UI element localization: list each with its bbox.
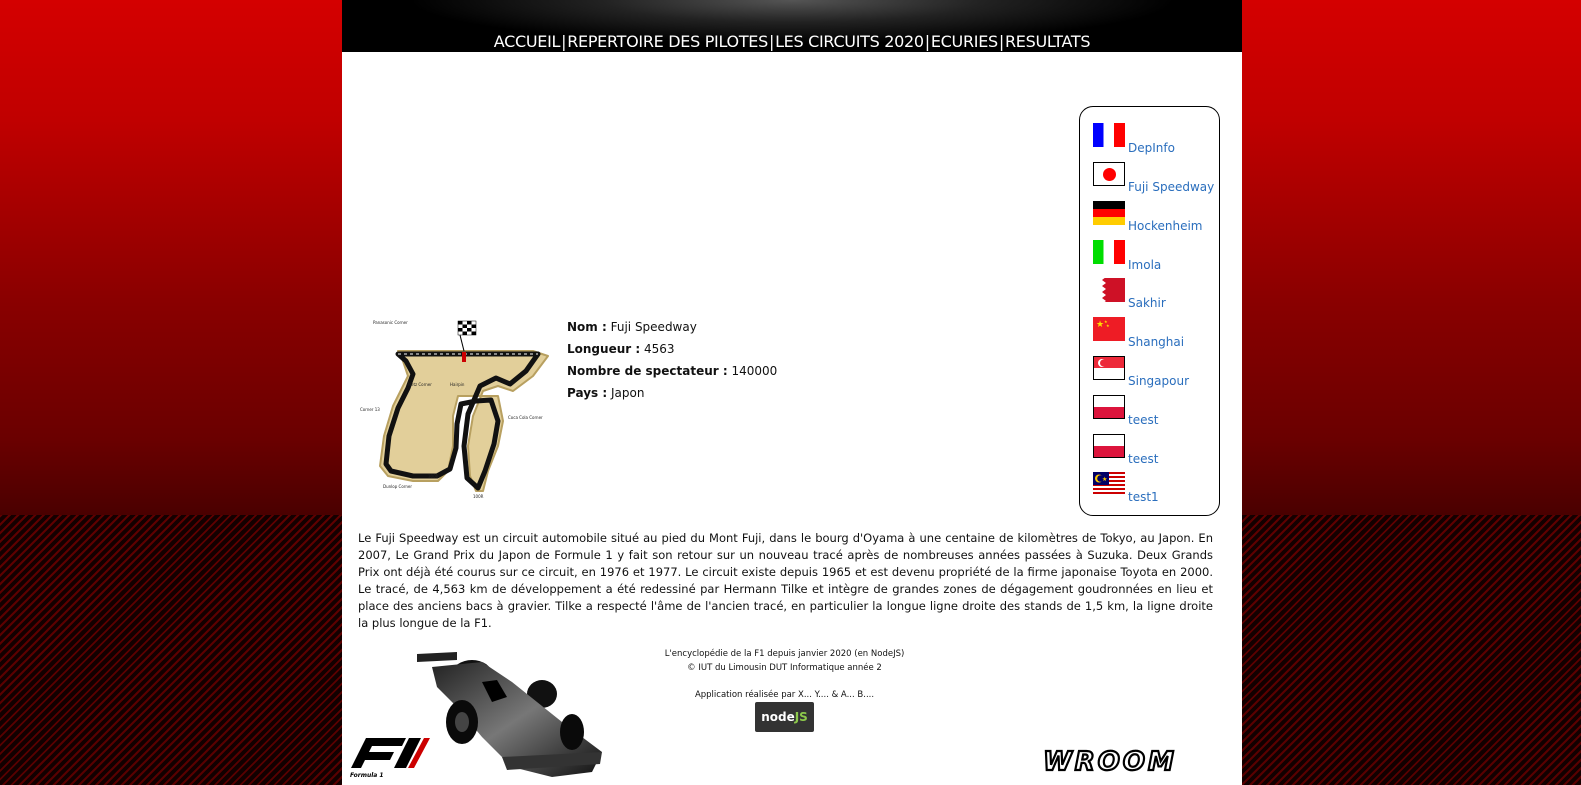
footer-credits: L'encyclopédie de la F1 depuis janvier 2…: [617, 648, 952, 703]
circuit-list-item: Imola: [1093, 240, 1218, 272]
nav-separator: |: [768, 32, 775, 51]
f1-logo: Formula 1: [350, 738, 430, 779]
circuit-link-hockenheim[interactable]: Hockenheim: [1128, 219, 1202, 233]
circuit-length-row: Longueur : 4563: [567, 338, 777, 360]
nav-separator: |: [998, 32, 1004, 51]
circuit-spectators-row: Nombre de spectateur : 140000: [567, 360, 777, 382]
circuit-list-item: Fuji Speedway: [1093, 162, 1218, 194]
poland-flag-icon: [1093, 395, 1125, 419]
page-container: ACCUEIL|REPERTOIRE DES PILOTES|LES CIRCU…: [342, 0, 1242, 785]
circuit-country-row: Pays : Japon: [567, 382, 777, 404]
circuit-info: Nom : Fuji Speedway Longueur : 4563 Nomb…: [567, 316, 777, 404]
footer-line-3: Application réalisée par X... Y.... & A.…: [694, 690, 875, 700]
germany-flag-icon: [1093, 201, 1125, 225]
map-label: Coca Cola Corner: [508, 415, 543, 420]
china-flag-icon: ★ ★ ★: [1093, 317, 1125, 341]
circuit-list-item: teest: [1093, 395, 1218, 427]
circuit-list: DepInfo Fuji Speedway Hockenheim Imola S…: [1079, 106, 1220, 516]
circuit-link-sakhir[interactable]: Sakhir: [1128, 296, 1166, 310]
malaysia-flag-icon: ★: [1093, 472, 1125, 496]
circuit-spectators-label: Nombre de spectateur :: [567, 364, 728, 378]
footer-line-2: © IUT du Limousin DUT Informatique année…: [687, 662, 882, 673]
header-banner: ACCUEIL|REPERTOIRE DES PILOTES|LES CIRCU…: [342, 0, 1242, 52]
svg-text:★: ★: [1096, 320, 1104, 330]
circuit-description: Le Fuji Speedway est un circuit automobi…: [358, 531, 1213, 630]
circuit-link-shanghai[interactable]: Shanghai: [1128, 335, 1184, 349]
nodejs-logo-text: node: [761, 710, 795, 724]
circuit-link-singapour[interactable]: Singapour: [1128, 374, 1189, 388]
nav-accueil[interactable]: ACCUEIL: [494, 32, 561, 51]
singapore-flag-icon: [1093, 356, 1125, 380]
circuit-list-item: ★ ★ ★ Shanghai: [1093, 317, 1218, 349]
map-label: Netz Corner: [408, 382, 432, 387]
f1-caption: Formula 1: [350, 772, 384, 779]
circuit-link-imola[interactable]: Imola: [1128, 258, 1161, 272]
nodejs-logo: nodeJS: [755, 702, 814, 732]
circuit-list-item: ★ test1: [1093, 472, 1218, 504]
nav-repertoire-pilotes[interactable]: REPERTOIRE DES PILOTES: [567, 32, 768, 51]
circuit-link-depinfo[interactable]: DepInfo: [1128, 141, 1175, 155]
circuit-link-fuji-speedway[interactable]: Fuji Speedway: [1128, 180, 1214, 194]
circuit-list-item: Sakhir: [1093, 278, 1218, 310]
map-label: Dunlop Corner: [383, 484, 412, 489]
circuit-length-label: Longueur :: [567, 342, 641, 356]
circuit-link-teest[interactable]: teest: [1128, 413, 1158, 427]
circuit-length-value: 4563: [643, 342, 675, 356]
wroom-logo-text: WROOM: [1043, 747, 1177, 776]
bahrain-flag-icon: [1093, 278, 1125, 302]
nav-separator: |: [924, 32, 930, 51]
circuit-list-item: Hockenheim: [1093, 201, 1218, 233]
map-label: 100R: [473, 494, 484, 499]
svg-text:★: ★: [1106, 323, 1110, 328]
circuit-spectators-value: 140000: [731, 364, 778, 378]
circuit-name-row: Nom : Fuji Speedway: [567, 316, 777, 338]
circuit-name-label: Nom :: [567, 320, 607, 334]
map-label: Hairpin: [450, 382, 465, 387]
footer-line-1: L'encyclopédie de la F1 depuis janvier 2…: [664, 649, 905, 659]
circuit-map-image: Panasonic Corner Netz Corner Hairpin Cor…: [360, 320, 549, 499]
wroom-logo: WROOM: [1042, 746, 1177, 776]
circuit-country-label: Pays :: [567, 386, 608, 400]
circuit-list-item: teest: [1093, 434, 1218, 466]
nodejs-logo-js: JS: [794, 710, 808, 724]
nav-circuits-2020[interactable]: LES CIRCUITS 2020: [775, 32, 924, 51]
nav-separator: |: [561, 32, 567, 51]
map-label: Corner 13: [360, 407, 380, 412]
circuit-link-teest[interactable]: teest: [1128, 452, 1158, 466]
f1-car-image: [417, 652, 602, 777]
svg-text:★: ★: [1102, 476, 1107, 483]
circuit-list-item: DepInfo: [1093, 123, 1218, 155]
circuit-link-test1[interactable]: test1: [1128, 490, 1159, 504]
nav-ecuries[interactable]: ECURIES: [931, 32, 998, 51]
italy-flag-icon: [1093, 240, 1125, 264]
nav-resultats[interactable]: RESULTATS: [1005, 32, 1091, 51]
circuit-name-value: Fuji Speedway: [610, 320, 697, 334]
map-label: Panasonic Corner: [373, 320, 408, 325]
poland-flag-icon: [1093, 434, 1125, 458]
circuit-list-item: Singapour: [1093, 356, 1218, 388]
main-nav: ACCUEIL|REPERTOIRE DES PILOTES|LES CIRCU…: [342, 32, 1242, 52]
circuit-country-value: Japon: [610, 386, 645, 400]
map-label: 300R: [428, 474, 439, 479]
japan-flag-icon: [1093, 162, 1125, 186]
france-flag-icon: [1093, 123, 1125, 147]
